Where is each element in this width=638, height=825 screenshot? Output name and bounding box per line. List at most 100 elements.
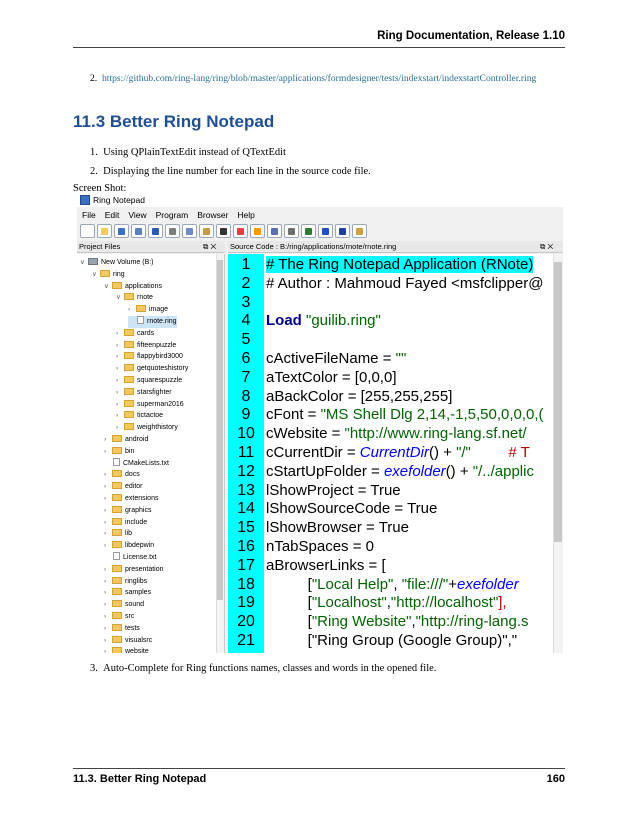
dock-controls[interactable]: ⧉ ✕	[203, 241, 216, 253]
save-icon[interactable]	[114, 223, 129, 238]
expand-arrow-icon[interactable]: ›	[104, 564, 112, 576]
font-icon[interactable]	[216, 223, 231, 238]
tree-folder-item[interactable]: › cards	[116, 328, 154, 340]
expand-arrow-icon[interactable]: ∨	[80, 257, 88, 269]
tree-folder-item[interactable]: › fifteenpuzzle	[116, 340, 176, 352]
tree-file-item[interactable]: License.txt	[104, 552, 156, 564]
copy-icon[interactable]	[182, 223, 197, 238]
dock-controls[interactable]: ⧉ ✕	[540, 241, 553, 253]
tree-folder-item[interactable]: › superman2016	[116, 399, 184, 411]
tree-folder-item[interactable]: › bin	[104, 446, 134, 458]
menu-edit[interactable]: Edit	[105, 209, 120, 222]
tree-folder-item[interactable]: › graphics	[104, 505, 151, 517]
line-number-gutter: 1 2 3 4 5 6 7 8 9 10 11 12 13 14 15 16 17 18 19 20 21	[228, 254, 264, 653]
code-token: cFont =	[266, 406, 321, 424]
undo-icon[interactable]	[148, 223, 163, 238]
expand-arrow-icon[interactable]: ›	[104, 576, 112, 588]
tree-folder-item[interactable]: › tests	[104, 623, 140, 635]
tree-folder-item[interactable]: › presentation	[104, 564, 164, 576]
tree-folder-item[interactable]: › image	[128, 304, 168, 316]
source-code-editor[interactable]: 1 2 3 4 5 6 7 8 9 10 11 12 13 14 15 16 17 18 19 20 21 # The …	[228, 254, 563, 653]
save-as-icon[interactable]	[131, 223, 146, 238]
print-icon[interactable]	[284, 223, 299, 238]
open-icon[interactable]	[97, 223, 112, 238]
tree-folder-item[interactable]: › editor	[104, 481, 143, 493]
tree-folder-item[interactable]: › squarespuzzle	[116, 375, 182, 387]
expand-arrow-icon[interactable]: ›	[104, 493, 112, 505]
close-icon[interactable]	[352, 223, 367, 238]
run-gui-icon[interactable]	[335, 223, 350, 238]
expand-arrow-icon[interactable]: ›	[104, 623, 112, 635]
feature-text: Auto-Complete for Ring functions names, …	[103, 663, 437, 674]
expand-arrow-icon[interactable]: ›	[104, 611, 112, 623]
tree-folder-item[interactable]: › src	[104, 611, 134, 623]
expand-arrow-icon[interactable]: ›	[116, 422, 124, 434]
tree-folder-item[interactable]: › starsfighter	[116, 387, 172, 399]
debug-icon[interactable]	[301, 223, 316, 238]
tree-folder-item[interactable]: › flappybird3000	[116, 351, 183, 363]
menu-program[interactable]: Program	[156, 209, 189, 222]
tree-folder-item[interactable]: › samples	[104, 587, 151, 599]
expand-arrow-icon[interactable]: ›	[116, 328, 124, 340]
background-color-icon[interactable]	[250, 223, 265, 238]
expand-arrow-icon[interactable]: ›	[104, 528, 112, 540]
expand-arrow-icon[interactable]: ›	[104, 540, 112, 552]
expand-arrow-icon[interactable]: ›	[104, 469, 112, 481]
paste-icon[interactable]	[199, 223, 214, 238]
menu-view[interactable]: View	[128, 209, 146, 222]
tree-folder-item[interactable]: › extensions	[104, 493, 158, 505]
cut-icon[interactable]	[165, 223, 180, 238]
expand-arrow-icon[interactable]: ∨	[92, 269, 100, 281]
expand-arrow-icon[interactable]: ›	[104, 434, 112, 446]
tree-folder-item[interactable]: › android	[104, 434, 148, 446]
expand-arrow-icon[interactable]: ∨	[104, 281, 112, 293]
search-icon[interactable]	[267, 223, 282, 238]
menu-file[interactable]: File	[82, 209, 96, 222]
expand-arrow-icon[interactable]: ›	[104, 587, 112, 599]
tree-scroll-thumb[interactable]	[217, 260, 223, 600]
expand-arrow-icon[interactable]: ›	[128, 304, 136, 316]
tree-folder-item[interactable]: › docs	[104, 469, 140, 481]
tree-folder-item[interactable]: › include	[104, 517, 147, 529]
github-link[interactable]: https://github.com/ring-lang/ring/blob/m…	[102, 73, 536, 84]
tree-folder-item[interactable]: ∨ rnote	[116, 292, 153, 304]
tree-folder-item[interactable]: › weighthistory	[116, 422, 178, 434]
tree-folder-item[interactable]: › getquoteshistory	[116, 363, 188, 375]
expand-arrow-icon[interactable]: ›	[116, 351, 124, 363]
expand-arrow-icon[interactable]: ›	[104, 505, 112, 517]
expand-arrow-icon[interactable]: ›	[116, 410, 124, 422]
tree-file-item[interactable]: rnote.ring	[128, 316, 177, 328]
tree-folder-item[interactable]: › lib	[104, 528, 132, 540]
app-icon	[80, 195, 90, 205]
expand-arrow-icon[interactable]: ›	[104, 481, 112, 493]
tree-folder-item[interactable]: › ringlibs	[104, 576, 147, 588]
tree-folder-item[interactable]: ∨ New Volume (B:)	[80, 257, 154, 269]
expand-arrow-icon[interactable]: ›	[116, 399, 124, 411]
new-file-icon[interactable]	[80, 223, 95, 238]
tree-folder-item[interactable]: › libdepwin	[104, 540, 154, 552]
menu-help[interactable]: Help	[237, 209, 254, 222]
tree-scrollbar[interactable]	[216, 254, 224, 653]
expand-arrow-icon[interactable]: ›	[104, 517, 112, 529]
tree-folder-item[interactable]: › tictactoe	[116, 410, 163, 422]
tree-folder-item[interactable]: ∨ applications	[104, 281, 162, 293]
tree-folder-item[interactable]: ∨ ring	[92, 269, 125, 281]
tree-folder-item[interactable]: › sound	[104, 599, 144, 611]
editor-scroll-thumb[interactable]	[554, 262, 562, 542]
color-icon[interactable]	[233, 223, 248, 238]
run-icon[interactable]	[318, 223, 333, 238]
editor-scrollbar[interactable]	[553, 254, 563, 653]
expand-arrow-icon[interactable]: ›	[104, 446, 112, 458]
expand-arrow-icon[interactable]: ›	[104, 599, 112, 611]
tree-file-item[interactable]: CMakeLists.txt	[104, 457, 169, 470]
expand-arrow-icon[interactable]: ›	[116, 387, 124, 399]
expand-arrow-icon[interactable]: ›	[104, 646, 112, 653]
menu-browser[interactable]: Browser	[197, 209, 228, 222]
expand-arrow-icon[interactable]: ›	[116, 363, 124, 375]
tree-folder-item[interactable]: › visualsrc	[104, 635, 152, 647]
expand-arrow-icon[interactable]: ›	[116, 375, 124, 387]
expand-arrow-icon[interactable]: ∨	[116, 292, 124, 304]
expand-arrow-icon[interactable]: ›	[104, 635, 112, 647]
tree-folder-item[interactable]: › website	[104, 646, 149, 653]
expand-arrow-icon[interactable]: ›	[116, 340, 124, 352]
